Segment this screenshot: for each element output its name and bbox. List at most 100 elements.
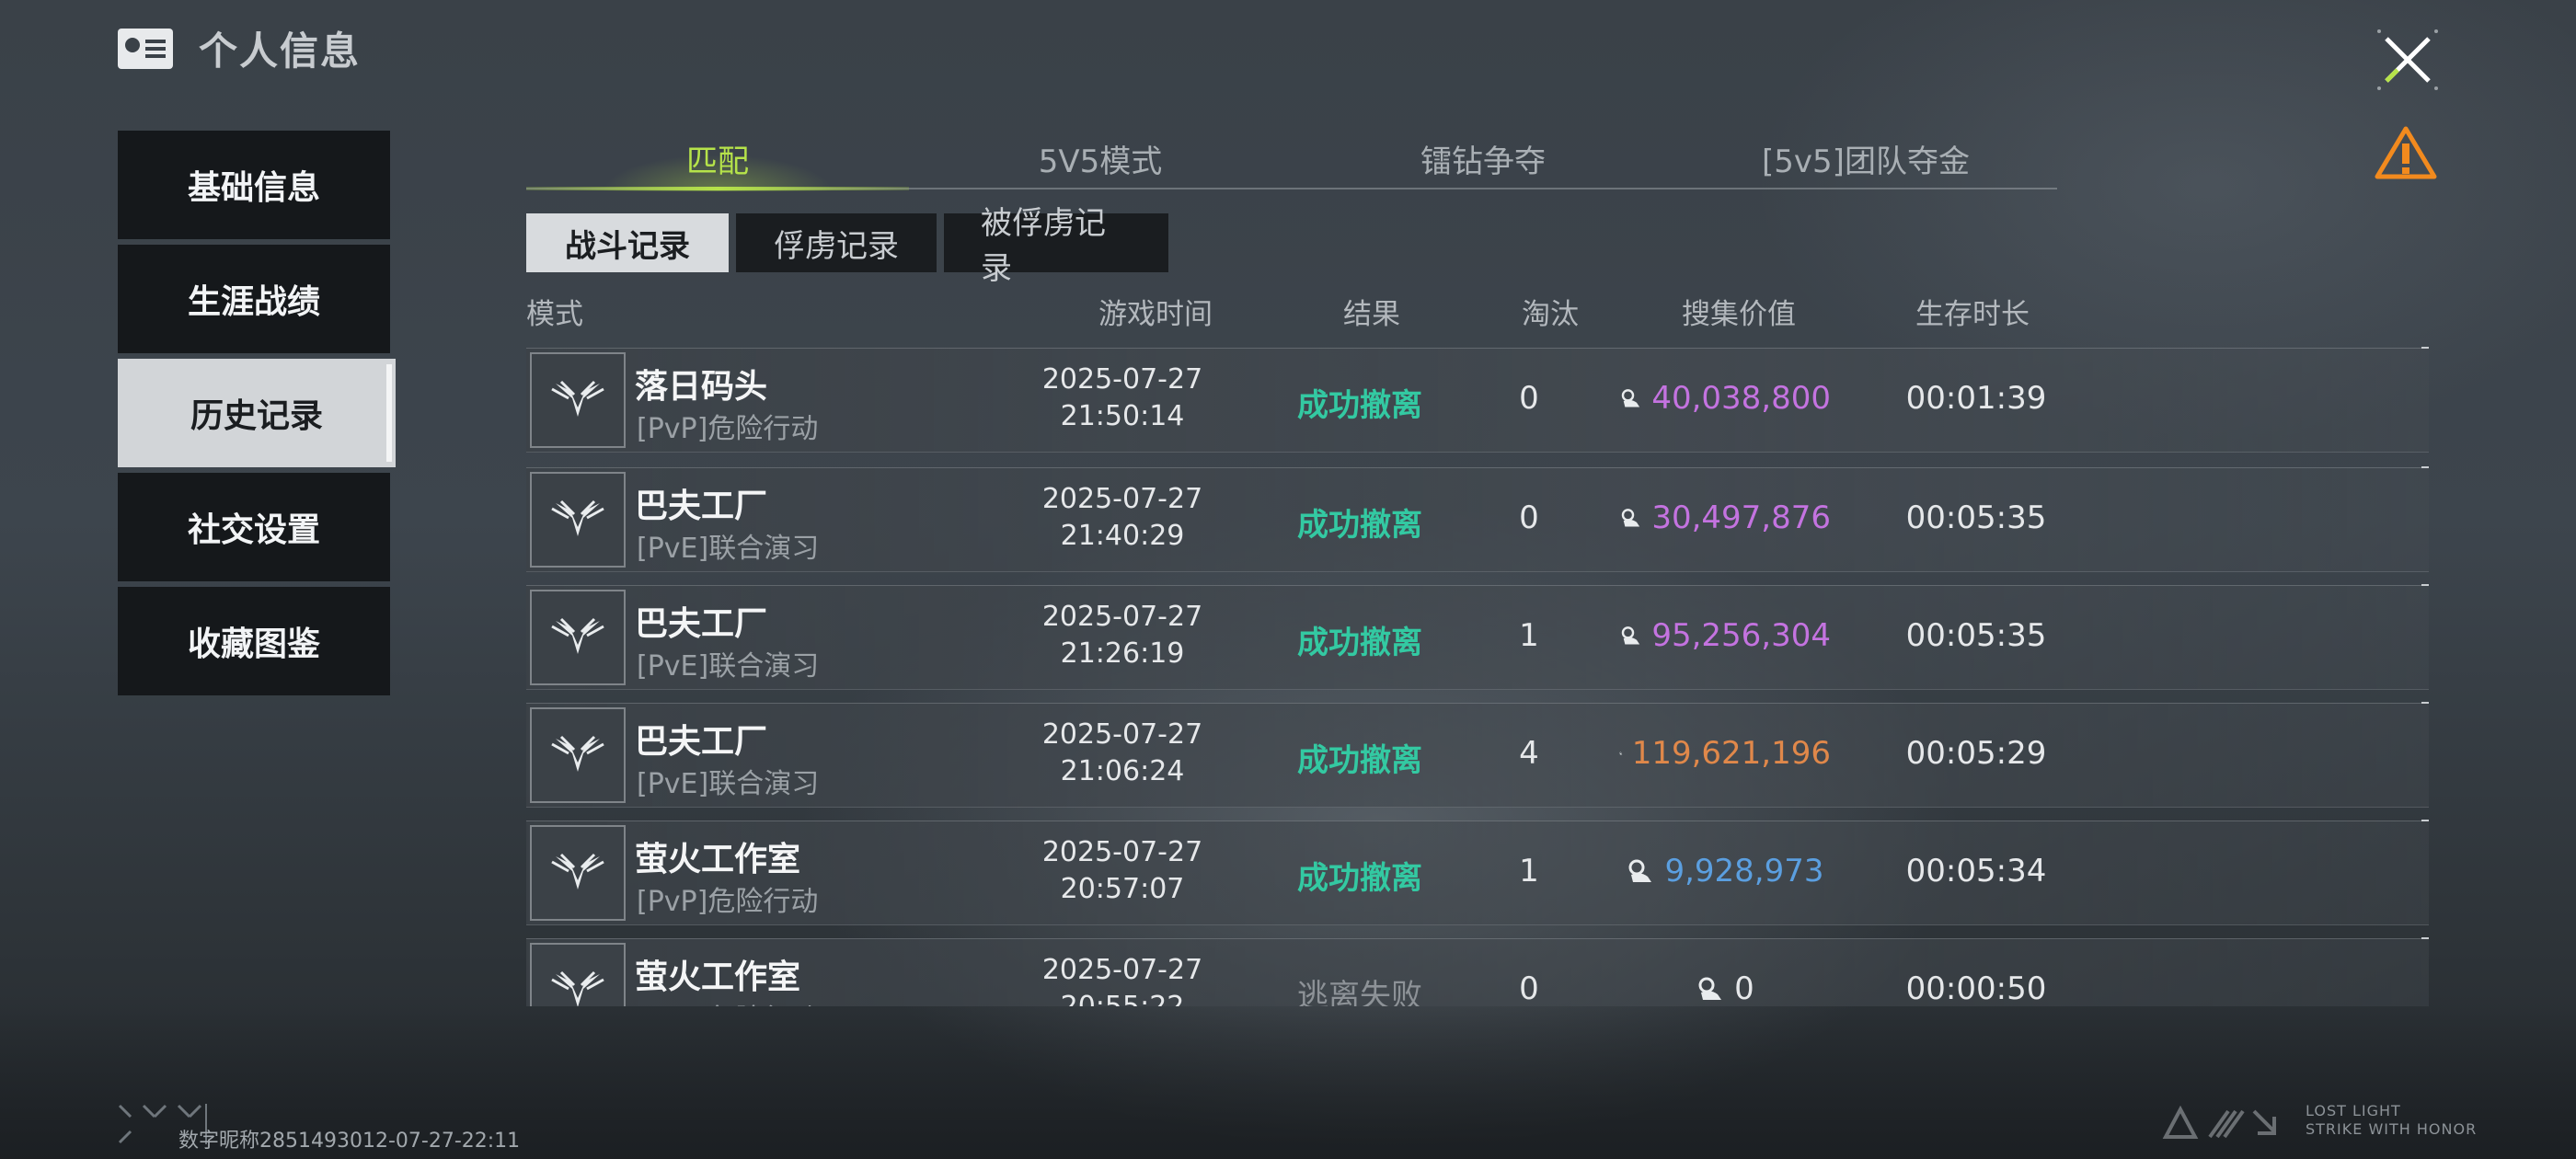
close-button[interactable] (2375, 28, 2440, 92)
sidebar: 基础信息 生涯战绩 历史记录 社交设置 收藏图鉴 (118, 131, 396, 701)
result-status: 成功撤离 (1297, 507, 1422, 544)
mode-emblem-icon (530, 943, 626, 1006)
mode-emblem-icon (530, 590, 626, 685)
loot-value-icon (1621, 509, 1640, 527)
loot-value: 119,621,196 (1619, 735, 1831, 772)
tab-team-gold[interactable]: [5v5]团队夺金 (1674, 138, 2057, 188)
survival-duration: 00:05:35 (1905, 617, 2047, 654)
sidebar-item-social-settings[interactable]: 社交设置 (118, 473, 390, 581)
record-sub-tabs: 战斗记录 俘虏记录 被俘虏记录 (526, 205, 1168, 287)
loot-value-number: 30,497,876 (1651, 499, 1831, 536)
game-date: 2025-07-27 (1041, 601, 1203, 633)
game-date: 2025-07-27 (1041, 836, 1203, 868)
kill-count: 1 (1519, 617, 1539, 654)
column-header-time: 游戏时间 (1098, 298, 1213, 331)
mode-emblem-icon (530, 352, 626, 448)
tab-match[interactable]: 匹配 (526, 138, 909, 191)
battle-record-list: 落日码头 [PvP]危险行动 2025-07-27 21:50:14 成功撤离 0… (526, 344, 2429, 1006)
game-mode: [PvP]危险行动 (637, 886, 819, 918)
table-header: 模式 游戏时间 结果 淘汰 搜集价值 生存时长 (526, 291, 2429, 333)
game-mode: [PvE]联合演习 (637, 650, 820, 683)
column-header-result: 结果 (1343, 298, 1400, 331)
mode-emblem-icon (530, 707, 626, 803)
player-watermark: 数字昵称2851493012-07-27-22:11 (178, 1130, 521, 1153)
game-time: 2025-07-27 21:50:14 (1030, 361, 1214, 435)
game-mode: [PvE]联合演习 (637, 533, 820, 565)
map-name: 巴夫工厂 (635, 723, 768, 761)
brand-logo-line-2: STRIKE WITH HONOR (2306, 1120, 2478, 1138)
map-name: 萤火工作室 (635, 841, 801, 878)
game-date: 2025-07-27 (1041, 954, 1203, 986)
loot-value-icon (1621, 626, 1640, 645)
game-date: 2025-07-27 (1041, 363, 1203, 396)
tab-captive-records[interactable]: 俘虏记录 (736, 213, 937, 272)
sidebar-item-label: 基础信息 (187, 169, 320, 207)
survival-duration: 00:05:34 (1905, 853, 2047, 889)
game-mode: [PvP]危险行动 (637, 996, 818, 1006)
result-status: 成功撤离 (1297, 625, 1422, 661)
game-clock: 20:55:22 (1030, 989, 1214, 1006)
result-status: 成功撤离 (1297, 860, 1422, 897)
loot-value-number: 119,621,196 (1631, 735, 1831, 772)
sidebar-item-label: 历史记录 (190, 397, 323, 435)
id-card-icon (118, 28, 173, 69)
game-time: 2025-07-27 21:06:24 (1030, 717, 1214, 790)
loot-value-number: 40,038,800 (1651, 380, 1831, 417)
game-clock: 21:06:24 (1060, 755, 1185, 787)
sidebar-item-basic-info[interactable]: 基础信息 (118, 131, 390, 239)
column-header-duration: 生存时长 (1915, 298, 2030, 331)
game-time: 2025-07-27 20:55:22 (1030, 952, 1214, 1006)
sidebar-item-career-stats[interactable]: 生涯战绩 (118, 245, 390, 353)
brand-logo-text: LOST LIGHT STRIKE WITH HONOR (2306, 1102, 2477, 1139)
kill-count: 0 (1519, 499, 1539, 536)
map-name: 巴夫工厂 (635, 605, 768, 643)
game-clock: 21:26:19 (1060, 637, 1185, 670)
tab-5v5[interactable]: 5V5模式 (909, 138, 1292, 188)
loot-value: 40,038,800 (1619, 380, 1831, 417)
survival-duration: 00:05:35 (1905, 499, 2047, 536)
game-time: 2025-07-27 21:26:19 (1030, 599, 1214, 672)
column-header-kills: 淘汰 (1522, 298, 1579, 331)
table-row[interactable]: 巴夫工厂 [PvE]联合演习 2025-07-27 21:40:29 成功撤离 0… (526, 466, 2429, 572)
map-name: 落日码头 (635, 368, 768, 406)
table-row[interactable]: 落日码头 [PvP]危险行动 2025-07-27 21:50:14 成功撤离 0… (526, 347, 2429, 453)
game-time: 2025-07-27 20:57:07 (1030, 834, 1214, 908)
mode-tabs: 匹配 5V5模式 镭钻争夺 [5v5]团队夺金 (526, 138, 2057, 191)
kill-count: 0 (1519, 380, 1539, 417)
loot-value: 0 (1619, 970, 1831, 1006)
tab-diamond-contest[interactable]: 镭钻争夺 (1292, 138, 1674, 188)
brand-logo-line-1: LOST LIGHT (2306, 1102, 2401, 1119)
column-header-value: 搜集价值 (1682, 298, 1796, 331)
page-title: 个人信息 (199, 29, 362, 74)
sidebar-item-label: 生涯战绩 (187, 283, 320, 321)
table-row[interactable]: 巴夫工厂 [PvE]联合演习 2025-07-27 21:26:19 成功撤离 1… (526, 584, 2429, 690)
sidebar-item-label: 社交设置 (187, 511, 320, 549)
mode-emblem-icon (530, 472, 626, 568)
result-status: 逃离失败 (1297, 978, 1422, 1006)
kill-count: 4 (1519, 735, 1539, 772)
game-date: 2025-07-27 (1041, 483, 1203, 515)
sidebar-item-history[interactable]: 历史记录 (118, 359, 396, 467)
table-row[interactable]: 萤火工作室 [PvP]危险行动 2025-07-27 20:57:07 成功撤离 … (526, 820, 2429, 925)
loot-value-icon (1619, 752, 1623, 755)
game-date: 2025-07-27 (1041, 718, 1203, 751)
game-mode: [PvE]联合演习 (637, 768, 820, 800)
tab-captured-records[interactable]: 被俘虏记录 (944, 205, 1168, 287)
survival-duration: 00:00:50 (1905, 970, 2047, 1006)
table-row[interactable]: 巴夫工厂 [PvE]联合演习 2025-07-27 21:06:24 成功撤离 4… (526, 702, 2429, 808)
game-clock: 21:50:14 (1060, 400, 1185, 432)
loot-value-icon (1621, 389, 1640, 407)
sidebar-item-collection[interactable]: 收藏图鉴 (118, 587, 390, 695)
close-icon (2377, 29, 2438, 90)
column-header-mode: 模式 (526, 298, 583, 331)
game-clock: 20:57:07 (1060, 873, 1185, 905)
map-name: 巴夫工厂 (635, 488, 768, 525)
report-warning-button[interactable] (2374, 125, 2438, 182)
kill-count: 1 (1519, 853, 1539, 889)
tab-battle-records[interactable]: 战斗记录 (526, 213, 729, 272)
survival-duration: 00:01:39 (1905, 380, 2047, 417)
loot-value: 95,256,304 (1619, 617, 1831, 654)
table-row[interactable]: 萤火工作室 [PvP]危险行动 2025-07-2720:55:22 逃离失败 … (526, 937, 2429, 1006)
game-mode: [PvP]危险行动 (637, 413, 819, 445)
page-header: 个人信息 (118, 20, 361, 76)
